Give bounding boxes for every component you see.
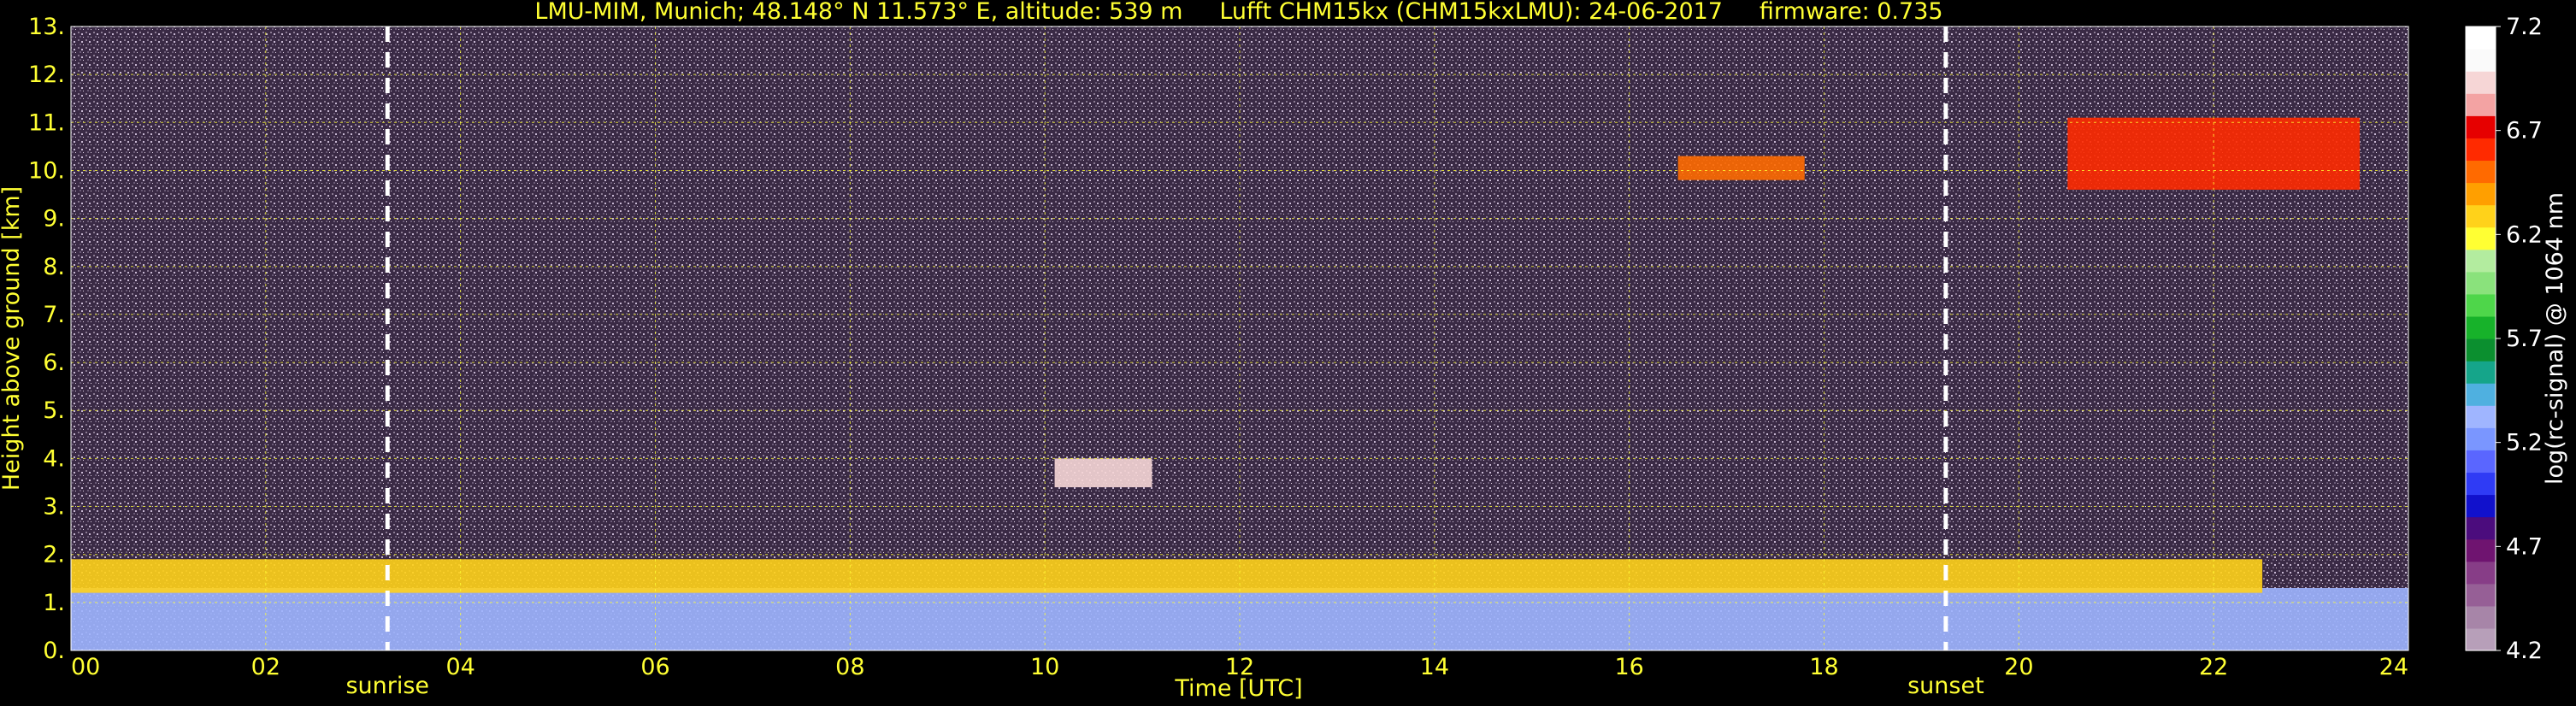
colorbar-segment [2466, 204, 2496, 228]
colorbar-segment [2466, 182, 2496, 206]
colorbar-segment [2466, 583, 2496, 607]
sunrise-label: sunrise [345, 673, 429, 699]
x-tick-label: 04 [445, 654, 475, 680]
colorbar-segment [2466, 383, 2496, 406]
heatmap-layer-2 [71, 559, 2263, 593]
x-tick-label: 20 [2004, 654, 2033, 680]
colorbar-segment [2466, 338, 2496, 362]
y-tick-label: 6. [43, 350, 65, 376]
colorbar-label: log(rc-signal) @ 1064 nm [2542, 192, 2568, 485]
colorbar-segment [2466, 71, 2496, 94]
y-tick-label: 3. [43, 494, 65, 521]
y-tick-label: 10. [28, 157, 65, 184]
sunset-label: sunset [1907, 673, 1984, 699]
colorbar-tick-label: 4.7 [2506, 533, 2543, 560]
y-axis-ticks: 0. 1. 2. 3. 4. 5. 6. 7. 8. 9. 10. 11. 12. 13. [28, 14, 65, 664]
y-axis-label: Height above ground [km] [0, 186, 25, 491]
colorbar-tick-label: 7.2 [2506, 14, 2543, 40]
colorbar-segment [2466, 249, 2496, 273]
colorbar-segment [2466, 115, 2496, 138]
ceilometer-figure: LMU-MIM, Munich; 48.148° N 11.573° E, al… [0, 0, 2568, 702]
colorbar-tick-label: 4.2 [2506, 638, 2543, 664]
y-tick-label: 13. [28, 14, 65, 40]
colorbar-segment [2466, 160, 2496, 184]
colorbar-segment [2466, 494, 2496, 518]
x-tick-label: 02 [251, 654, 280, 680]
colorbar-segment [2466, 49, 2496, 72]
y-tick-label: 11. [28, 109, 65, 136]
colorbar-segment [2466, 538, 2496, 562]
colorbar-segment [2466, 561, 2496, 585]
y-tick-label: 4. [43, 445, 65, 472]
colorbar-segment [2466, 93, 2496, 116]
colorbar-segment [2466, 405, 2496, 428]
heatmap-layer-5 [1054, 458, 1152, 488]
y-tick-label: 8. [43, 254, 65, 280]
colorbar-tick-label: 5.7 [2506, 326, 2543, 352]
colorbar-segment [2466, 427, 2496, 450]
x-tick-label: 14 [1420, 654, 1449, 680]
colorbar: 4.2 4.7 5.2 5.7 6.2 6.7 7.2 [2465, 14, 2543, 664]
y-tick-label: 5. [43, 397, 65, 424]
colorbar-segment [2466, 450, 2496, 474]
x-tick-label: 00 [71, 654, 100, 680]
colorbar-segment [2466, 271, 2496, 295]
colorbar-segment [2466, 605, 2496, 629]
colorbar-segment [2466, 26, 2496, 50]
colorbar-tick-label: 5.2 [2506, 430, 2543, 456]
annotation-labels: sunrise sunset [345, 673, 1984, 699]
y-tick-label: 7. [43, 302, 65, 328]
y-tick-label: 9. [43, 206, 65, 232]
chart-title: LMU-MIM, Munich; 48.148° N 11.573° E, al… [534, 0, 1942, 25]
x-tick-label: 08 [835, 654, 864, 680]
x-tick-label: 06 [640, 654, 669, 680]
colorbar-segment [2466, 627, 2496, 651]
colorbar-segment [2466, 315, 2496, 339]
x-axis-label: Time [UTC] [1174, 675, 1302, 702]
heatmap-layer-4 [1677, 156, 1805, 180]
colorbar-segment [2466, 138, 2496, 162]
y-tick-label: 12. [28, 62, 65, 88]
x-tick-label: 22 [2199, 654, 2228, 680]
colorbar-tick-label: 6.7 [2506, 118, 2543, 144]
y-tick-label: 2. [43, 542, 65, 568]
colorbar-segment [2466, 516, 2496, 540]
colorbar-segment [2466, 472, 2496, 496]
colorbar-segment [2466, 227, 2496, 250]
x-tick-label: 18 [1809, 654, 1838, 680]
x-tick-label: 16 [1614, 654, 1643, 680]
colorbar-segment [2466, 361, 2496, 384]
y-tick-label: 0. [43, 638, 65, 664]
colorbar-tick-label: 6.2 [2506, 221, 2543, 248]
x-tick-label: 24 [2379, 654, 2408, 680]
y-tick-label: 1. [43, 590, 65, 616]
colorbar-segment [2466, 293, 2496, 317]
x-tick-label: 10 [1030, 654, 1059, 680]
